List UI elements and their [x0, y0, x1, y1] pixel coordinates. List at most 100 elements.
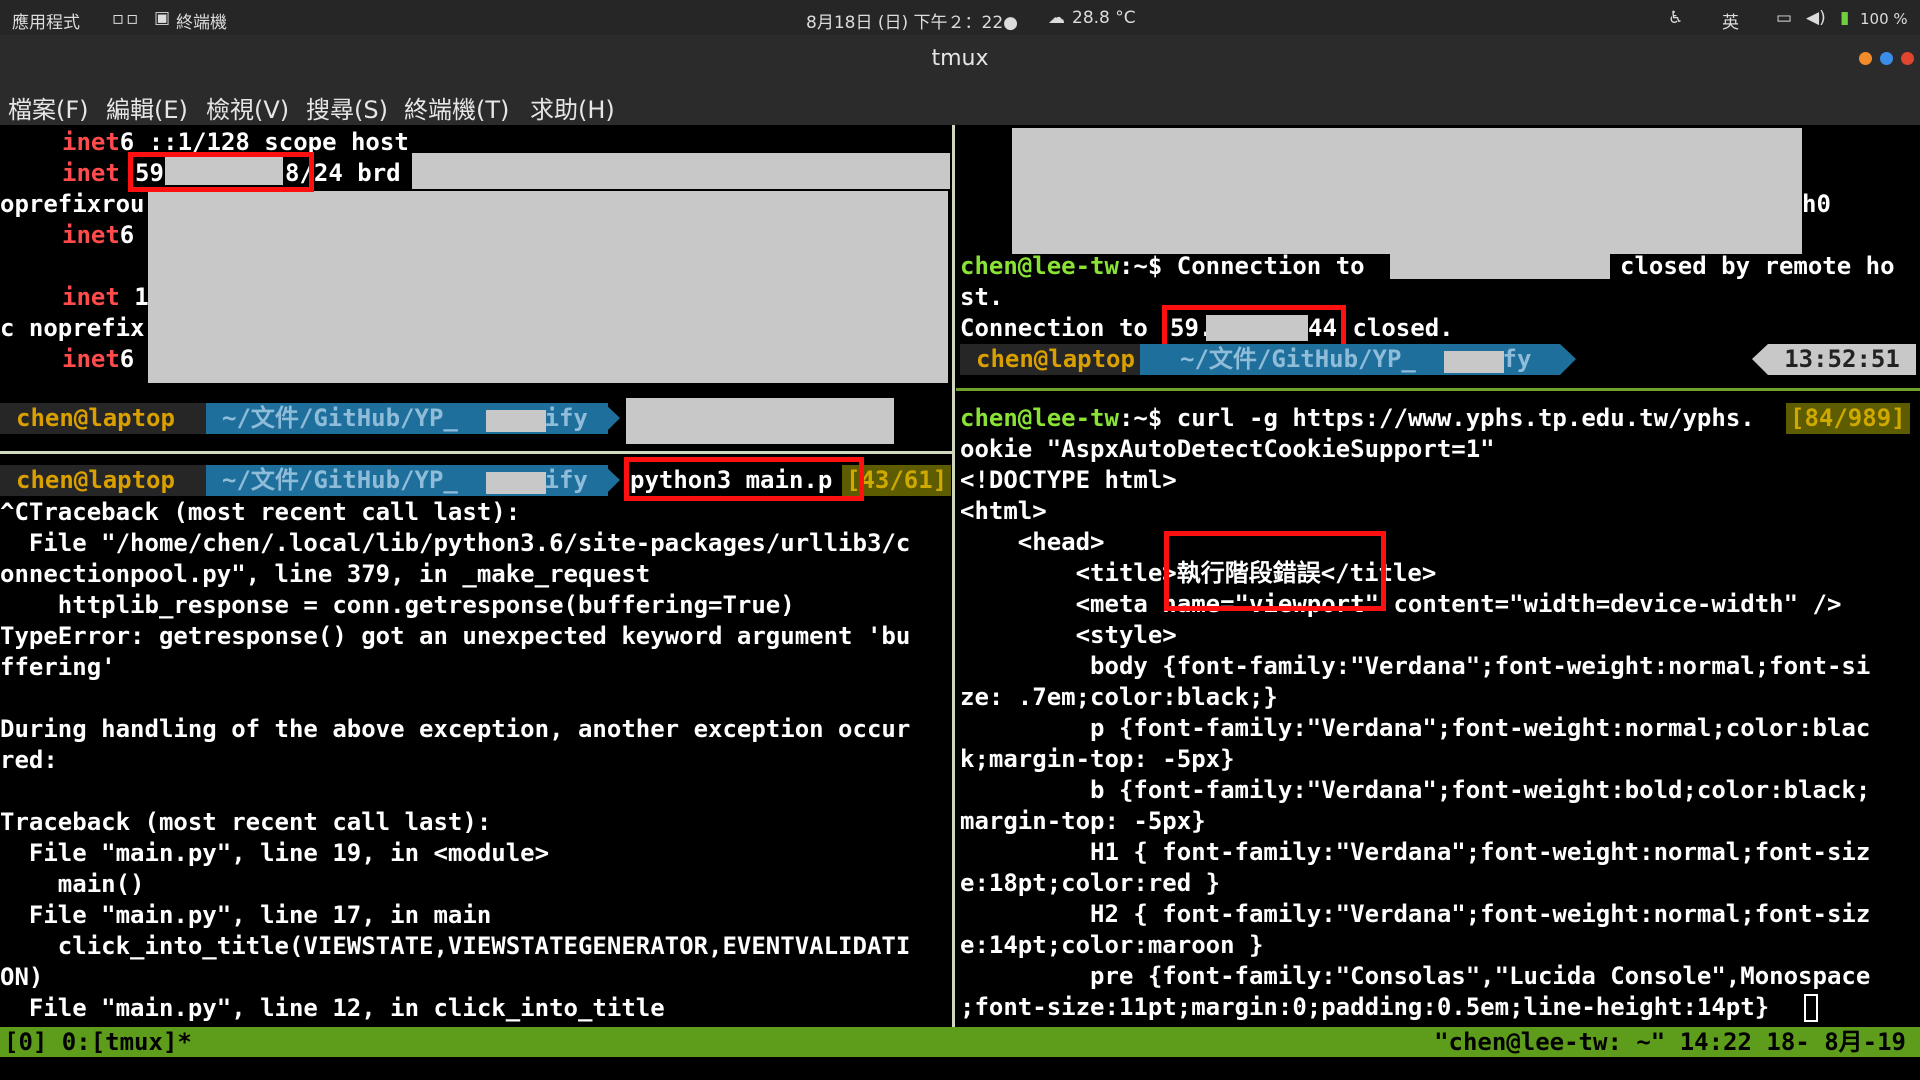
display-icon[interactable]: ▭ — [1776, 8, 1792, 28]
right-clock: 13:52:51 — [1768, 344, 1916, 375]
highlight-box — [1164, 531, 1386, 611]
redaction-mask — [626, 398, 894, 444]
traceback-output[interactable]: ^CTraceback (most recent call last): Fil… — [0, 497, 952, 1027]
text-line: 6 — [119, 345, 135, 373]
pane-divider[interactable] — [956, 388, 1920, 391]
output-line: ze: .7em;color:black;} — [960, 683, 1278, 711]
menu-view[interactable]: 檢視(V) — [206, 90, 289, 125]
minimize-button[interactable] — [1859, 52, 1872, 65]
output-line: margin-top: -5px} — [960, 807, 1206, 835]
clock[interactable]: 8月18日 (日) 下午２：22● — [806, 8, 1018, 33]
pane-right-bottom[interactable]: chen@lee-tw:~$ curl -g https://www.yphs.… — [956, 403, 1920, 1027]
output-line: body {font-family:"Verdana";font-weight:… — [960, 652, 1871, 680]
close-button[interactable] — [1901, 52, 1914, 65]
highlight-box — [624, 457, 864, 501]
powerline-arrow — [1752, 344, 1768, 375]
redaction-mask — [1012, 128, 1802, 254]
output-line: p {font-family:"Verdana";font-weight:nor… — [960, 714, 1871, 742]
bottom-strip — [0, 1057, 1920, 1080]
output-line: onnectionpool.py", line 379, in _make_re… — [0, 560, 651, 588]
prompt-user: chen@laptop — [0, 465, 206, 496]
output-line: b {font-family:"Verdana";font-weight:bol… — [960, 776, 1871, 804]
tmux-window-list[interactable]: [0] 0:[tmux]* — [4, 1027, 192, 1057]
output-line: File "/home/chen/.local/lib/python3.6/si… — [0, 529, 911, 557]
output-line: <html> — [960, 497, 1047, 525]
activities-apps-button[interactable]: 應用程式 — [12, 8, 80, 33]
menu-terminal[interactable]: 終端機(T) — [404, 90, 509, 125]
text-line: 1 — [119, 283, 149, 311]
redaction-mask — [412, 153, 950, 189]
output-line: ookie "AspxAutoDetectCookieSupport=1" — [960, 435, 1495, 463]
keyword-inet: inet — [62, 283, 120, 311]
output-line: H1 { font-family:"Verdana";font-weight:n… — [960, 838, 1871, 866]
menu-help[interactable]: 求助(H) — [530, 90, 615, 125]
tmux-status-right: "chen@lee-tw: ~" 14:22 18- 8月-19 — [1434, 1028, 1906, 1056]
powerline-arrow — [1560, 344, 1576, 375]
keyword-inet: inet — [62, 221, 120, 249]
system-top-bar: 應用程式 ▫▫ ▣ 終端機 8月18日 (日) 下午２：22● ☁ 28.8 °… — [0, 0, 1920, 35]
pane-divider[interactable] — [0, 451, 952, 454]
output-line: k;margin-top: -5px} — [960, 745, 1235, 773]
output-line: ;font-size:11pt;margin:0;padding:0.5em;l… — [960, 993, 1770, 1021]
text-line: Connection to — [960, 314, 1163, 342]
weather-temp[interactable]: 28.8 °C — [1072, 8, 1136, 28]
pane-right-top[interactable]: h0 chen@lee-tw:~$ Connection to closed b… — [956, 125, 1920, 390]
output-line: red: — [0, 746, 58, 774]
window-title: tmux — [931, 46, 989, 71]
output-line: <style> — [960, 621, 1177, 649]
output-line: ON) — [0, 963, 44, 991]
output-line: File "main.py", line 17, in main — [0, 901, 492, 929]
output-line: e:14pt;color:maroon } — [960, 931, 1264, 959]
redaction-mask — [486, 472, 546, 494]
redaction-mask — [486, 410, 546, 432]
command-text: curl -g https://www.yphs.tp.edu.tw/yphs. — [1176, 404, 1755, 432]
prompt-user: chen@lee-tw — [960, 404, 1119, 432]
tmux-status-bar: [0] 0:[tmux]* "chen@lee-tw: ~" 14:22 18-… — [0, 1027, 1920, 1057]
prompt-user: chen@laptop — [0, 403, 206, 434]
text-line: closed by remote ho — [1620, 252, 1895, 280]
battery-level: 100 % — [1860, 10, 1908, 28]
output-line: <!DOCTYPE html> — [960, 466, 1177, 494]
keyword-inet: inet — [62, 345, 120, 373]
app-name[interactable]: 終端機 — [176, 8, 227, 33]
output-line: H2 { font-family:"Verdana";font-weight:n… — [960, 900, 1871, 928]
output-line: httplib_response = conn.getresponse(buff… — [0, 591, 795, 619]
accessibility-icon[interactable]: ♿ — [1668, 8, 1683, 28]
maximize-button[interactable] — [1880, 52, 1893, 65]
output-line: TypeError: getresponse() got an unexpect… — [0, 622, 911, 650]
scroll-counter: [84/989] — [1786, 403, 1910, 434]
menu-edit[interactable]: 編輯(E) — [106, 90, 188, 125]
redaction-mask — [1390, 251, 1610, 279]
redaction-mask — [1444, 351, 1504, 373]
text-line: closed. — [1338, 314, 1454, 342]
output-line: main() — [0, 870, 145, 898]
menu-file[interactable]: 檔案(F) — [8, 90, 89, 125]
text-line: oprefixrou — [0, 190, 145, 218]
powerline-arrow — [604, 465, 620, 496]
keyword-inet: inet — [62, 159, 120, 187]
output-line: During handling of the above exception, … — [0, 715, 911, 743]
output-line: <head> — [960, 528, 1105, 556]
output-line: File "main.py", line 19, in <module> — [0, 839, 550, 867]
weather-icon: ☁ — [1048, 8, 1065, 28]
prompt-user: chen@lee-tw — [960, 252, 1119, 280]
window-title-bar[interactable]: tmux — [0, 35, 1920, 83]
output-line: e:18pt;color:red } — [960, 869, 1221, 897]
terminal-cursor — [1804, 994, 1818, 1022]
menu-bar: 檔案(F) 編輯(E) 檢視(V) 搜尋(S) 終端機(T) 求助(H) — [0, 83, 1920, 125]
powerline-arrow — [604, 403, 620, 434]
text-line: st. — [960, 283, 1004, 311]
pane-left-top[interactable]: inet6 ::1/128 scope host inet 59 8/24 br… — [0, 125, 952, 395]
prompt-separator: :~$ — [1118, 252, 1177, 280]
prompt-user: chen@laptop — [960, 344, 1140, 375]
output-line: ffering' — [0, 653, 116, 681]
volume-icon[interactable]: ◀) — [1806, 8, 1826, 28]
output-line: click_into_title(VIEWSTATE,VIEWSTATEGENE… — [0, 932, 911, 960]
grid-icon[interactable]: ▫▫ — [112, 8, 140, 29]
menu-search[interactable]: 搜尋(S) — [306, 90, 388, 125]
input-method[interactable]: 英 — [1722, 8, 1739, 33]
text-line: h0 — [1802, 190, 1831, 218]
pane-divider-vertical[interactable] — [952, 125, 955, 1027]
battery-icon[interactable]: ▮ — [1840, 8, 1849, 28]
terminal-app-icon: ▣ — [154, 8, 171, 28]
